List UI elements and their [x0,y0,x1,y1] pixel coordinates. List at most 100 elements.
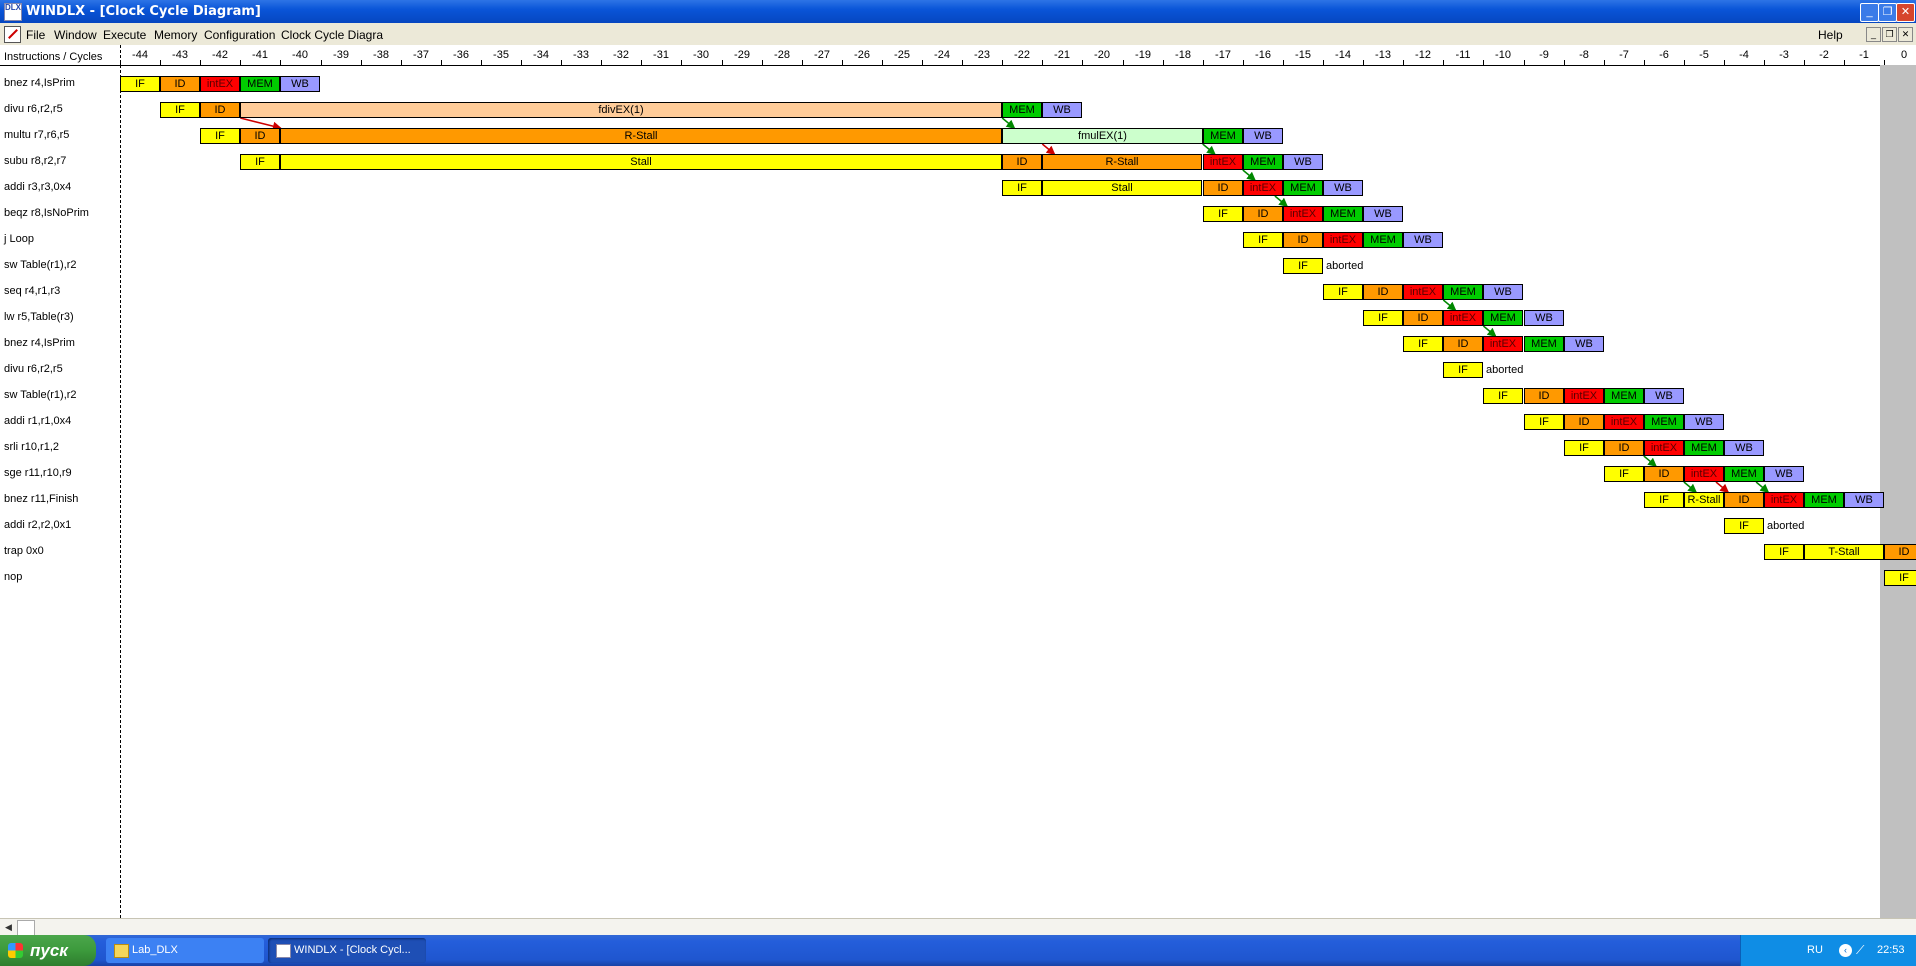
cycle-label: -6 [1659,49,1669,61]
cycle-ruler: Instructions / Cycles -44 -43 -42 -41 -40 -39… [0,45,1907,66]
stage-mem: MEM [1002,102,1042,118]
instruction-label[interactable]: lw r5,Table(r3) [4,311,74,323]
instruction-label[interactable]: multu r7,r6,r5 [4,129,69,141]
folder-icon [114,944,129,958]
instruction-label[interactable]: seq r4,r1,r3 [4,285,60,297]
stage-wb: WB [1243,128,1283,144]
horizontal-scrollbar[interactable]: ◀ [0,918,1916,936]
instruction-label[interactable]: bnez r4,IsPrim [4,337,75,349]
stage-if: IF [160,102,200,118]
menu-configuration[interactable]: Configuration [204,28,275,42]
stage-mem: MEM [1724,466,1764,482]
scroll-left-arrow-icon[interactable]: ◀ [1,920,16,935]
stage-intex: intEX [1283,206,1323,222]
menu-clock-cycle-diagram[interactable]: Clock Cycle Diagra [281,28,383,42]
cycle-label: -40 [292,49,308,61]
menu-memory[interactable]: Memory [154,28,197,42]
aborted-label: aborted [1326,260,1364,272]
menu-file[interactable]: File [26,28,45,42]
instruction-label[interactable]: trap 0x0 [4,545,44,557]
stage-stall: Stall [280,154,1002,170]
mdi-close-button[interactable]: ✕ [1898,27,1913,42]
network-icon[interactable]: ⟋ [1856,944,1870,957]
menu-help[interactable]: Help [1818,28,1843,42]
dependency-arrow [1274,195,1289,207]
stage-if: IF [240,154,280,170]
stage-mem: MEM [1483,310,1523,326]
task-lab-dlx[interactable]: Lab_DLX [106,938,264,963]
stage-id: ID [1564,414,1604,430]
instruction-label[interactable]: j Loop [4,233,34,245]
instruction-label[interactable]: beqz r8,IsNoPrim [4,207,89,219]
stage-wb: WB [1283,154,1323,170]
task-label: Lab_DLX [132,944,178,956]
aborted-label: aborted [1486,364,1524,376]
instruction-label[interactable]: divu r6,r2,r5 [4,363,63,375]
app-icon[interactable]: DLX [4,3,22,21]
cycle-label: -13 [1375,49,1391,61]
cycle-label: -20 [1094,49,1110,61]
cycle-label: -35 [493,49,509,61]
dependency-arrow [1041,143,1056,155]
mdi-restore-button[interactable]: ❐ [1882,27,1897,42]
stage-id: ID [1403,310,1443,326]
cycle-label: -38 [373,49,389,61]
cycle-label: -23 [974,49,990,61]
cycle-label: -4 [1739,49,1749,61]
mdi-minimize-button[interactable]: _ [1866,27,1881,42]
start-label: пуск [30,941,68,960]
cycle-label: -27 [814,49,830,61]
scroll-thumb[interactable] [17,920,35,936]
stage-if: IF [1403,336,1443,352]
stage-if: IF [1564,440,1604,456]
instruction-label[interactable]: bnez r11,Finish [4,493,78,505]
start-button[interactable]: пуск [0,935,96,966]
instruction-label[interactable]: addi r1,r1,0x4 [4,415,71,427]
menu-window[interactable]: Window [54,28,97,42]
instruction-label[interactable]: nop [4,571,22,583]
cycle-label: -24 [934,49,950,61]
language-indicator[interactable]: RU [1807,944,1823,956]
restore-button[interactable]: ❐ [1878,3,1897,22]
stage-mem: MEM [1604,388,1644,404]
instruction-label[interactable]: subu r8,r2,r7 [4,155,66,167]
language-bar-icon[interactable]: ‹ [1839,944,1852,957]
stage-mem: MEM [1203,128,1243,144]
cycle-label: -28 [774,49,790,61]
stage-intex: intEX [1564,388,1604,404]
task-windlx[interactable]: WINDLX - [Clock Cycl... [268,938,426,963]
window-title: WINDLX - [Clock Cycle Diagram] [26,4,261,19]
stage-if: IF [1764,544,1804,560]
stage-wb: WB [1524,310,1564,326]
cycle-label: -14 [1335,49,1351,61]
task-label: WINDLX - [Clock Cycl... [294,944,411,956]
close-button[interactable]: ✕ [1896,3,1915,22]
cycle-label: -32 [613,49,629,61]
stage-mem: MEM [1684,440,1724,456]
stage-fdivex-1-: fdivEX(1) [240,102,1002,118]
stage-intex: intEX [1764,492,1804,508]
cycle-label: -41 [252,49,268,61]
stage-r-stall: R-Stall [1684,492,1724,508]
document-icon[interactable] [4,26,21,43]
stage-mem: MEM [240,76,280,92]
stage-if: IF [1604,466,1644,482]
stage-wb: WB [1684,414,1724,430]
instruction-label[interactable]: sw Table(r1),r2 [4,389,77,401]
cycle-label: -44 [132,49,148,61]
instruction-label[interactable]: sge r11,r10,r9 [4,467,72,479]
instruction-label[interactable]: sw Table(r1),r2 [4,259,77,271]
instruction-label[interactable]: bnez r4,IsPrim [4,77,75,89]
instruction-label[interactable]: addi r2,r2,0x1 [4,519,71,531]
cycle-label: -17 [1215,49,1231,61]
stage-if: IF [1443,362,1483,378]
stage-r-stall: R-Stall [280,128,1002,144]
minimize-button[interactable]: _ [1860,3,1879,22]
menu-execute[interactable]: Execute [103,28,146,42]
dependency-arrow [1755,481,1770,493]
instruction-label[interactable]: addi r3,r3,0x4 [4,181,71,193]
instruction-label[interactable]: srli r10,r1,2 [4,441,59,453]
stage-intex: intEX [1684,466,1724,482]
instruction-label[interactable]: divu r6,r2,r5 [4,103,63,115]
cycle-label: -26 [854,49,870,61]
